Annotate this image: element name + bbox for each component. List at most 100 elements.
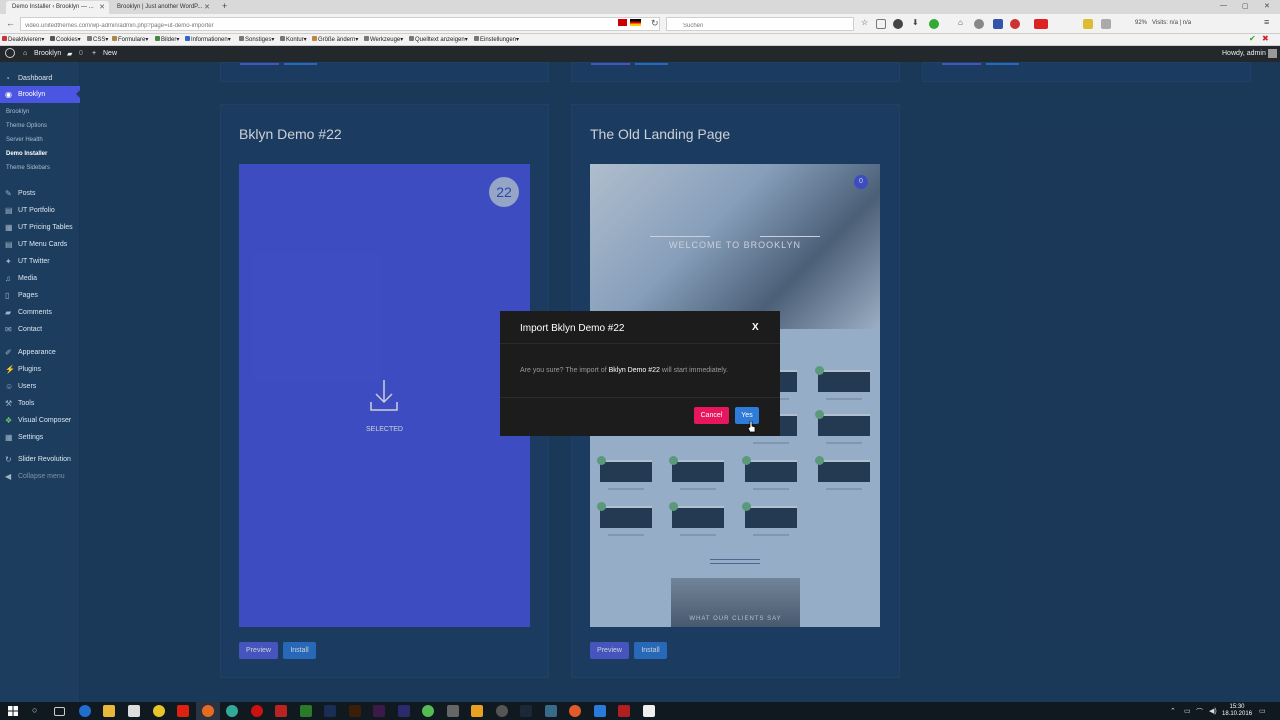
globe-icon[interactable] [974, 19, 984, 29]
sidebar-item-contact[interactable]: ✉ Contact [0, 321, 80, 338]
bookmark-deaktivieren[interactable]: Deaktivieren▾ [2, 36, 44, 43]
menu-icon[interactable]: ≡ [1264, 17, 1269, 27]
pocket-icon[interactable] [893, 19, 903, 29]
wordpress-logo-icon[interactable] [5, 48, 15, 58]
pen-icon[interactable] [1101, 19, 1111, 29]
app-icon[interactable] [496, 705, 508, 717]
submenu-theme-sidebars[interactable]: Theme Sidebars [6, 165, 50, 171]
tray-chevron-icon[interactable]: ⌃ [1170, 707, 1176, 715]
dialog-close-button[interactable]: X [752, 322, 759, 333]
window-close-icon[interactable]: ✕ [1264, 2, 1270, 10]
bookmark-einstellungen[interactable]: Einstellungen▾ [474, 36, 519, 43]
badge-extension-icon[interactable] [1034, 19, 1048, 29]
new-content-link[interactable]: New [103, 50, 117, 57]
app-icon[interactable] [545, 705, 557, 717]
app-icon[interactable] [177, 705, 189, 717]
sidebar-item-appearance[interactable]: ✐ Appearance [0, 344, 80, 361]
app-icon[interactable] [398, 705, 410, 717]
premiere-icon[interactable] [373, 705, 385, 717]
bookmark-quelltext[interactable]: Quelltext anzeigen▾ [409, 36, 468, 43]
task-view-icon[interactable] [54, 707, 65, 716]
bookmark-formulare[interactable]: Formulare▾ [112, 36, 148, 43]
sidebar-item-visual-composer[interactable]: ❖ Visual Composer [0, 412, 80, 429]
adblock-icon[interactable] [1010, 19, 1020, 29]
tab-close-icon[interactable]: ✕ [204, 3, 210, 11]
sidebar-item-posts[interactable]: ✎ Posts [0, 185, 80, 202]
submenu-theme-options[interactable]: Theme Options [6, 123, 47, 129]
app-icon[interactable] [594, 705, 606, 717]
sidebar-item-media[interactable]: ♫ Media [0, 270, 80, 287]
n-extension-icon[interactable] [993, 19, 1003, 29]
bookmark-css[interactable]: CSS▾ [87, 36, 108, 43]
submenu-brooklyn[interactable]: Brooklyn [6, 109, 29, 115]
network-icon[interactable]: ▭ [1184, 707, 1191, 715]
download-icon[interactable]: ⬇ [912, 18, 919, 27]
language-flag-icon[interactable] [630, 19, 641, 26]
firefox-icon[interactable] [202, 705, 214, 717]
bookmark-groesse-aendern[interactable]: Größe ändern▾ [312, 36, 358, 43]
store-icon[interactable] [128, 705, 140, 717]
extension-icon[interactable] [929, 19, 939, 29]
sidebar-item-ut-menu-cards[interactable]: ▤ UT Menu Cards [0, 236, 80, 253]
back-arrow-icon[interactable]: ← [6, 18, 15, 28]
reload-icon[interactable]: ↻ [651, 18, 659, 29]
app-icon[interactable] [422, 705, 434, 717]
system-clock[interactable]: 15:30 18.10.2016 [1222, 704, 1252, 718]
app-icon[interactable] [447, 705, 459, 717]
sidebar-item-tools[interactable]: ⚒ Tools [0, 395, 80, 412]
app-icon[interactable] [569, 705, 581, 717]
browser-tab-demo-installer[interactable]: Demo Installer ‹ Brooklyn — ... ✕ [6, 1, 109, 14]
sidebar-item-ut-portfolio[interactable]: ▤ UT Portfolio [0, 202, 80, 219]
new-plus-icon[interactable]: + [92, 50, 96, 57]
sidebar-item-settings[interactable]: ▦ Settings [0, 429, 80, 446]
sidebar-item-users[interactable]: ☺ Users [0, 378, 80, 395]
browser-tab-brooklyn[interactable]: Brooklyn | Just another WordP... ✕ [111, 1, 214, 14]
app-icon[interactable] [618, 705, 630, 717]
sidebar-item-comments[interactable]: ▰ Comments [0, 304, 80, 321]
sidebar-item-brooklyn[interactable]: ◉ Brooklyn [0, 86, 80, 103]
app-icon[interactable] [471, 705, 483, 717]
comments-icon[interactable]: ▰ [67, 50, 72, 58]
photoshop-icon[interactable] [324, 705, 336, 717]
cancel-button[interactable]: Cancel [694, 407, 729, 424]
app-icon[interactable] [153, 705, 165, 717]
home-icon[interactable]: ⌂ [958, 18, 963, 27]
windows-start-icon[interactable] [8, 706, 18, 716]
bookmark-bilder[interactable]: Bilder▾ [155, 36, 179, 43]
sidebar-item-pages[interactable]: ▯ Pages [0, 287, 80, 304]
notifications-icon[interactable]: ▭ [1259, 707, 1266, 715]
howdy-account-link[interactable]: Howdy, admin [1222, 50, 1266, 57]
comments-count[interactable]: 0 [79, 50, 83, 57]
opera-icon[interactable] [251, 705, 263, 717]
chrome-icon[interactable] [226, 705, 238, 717]
sidebar-item-plugins[interactable]: ⚡ Plugins [0, 361, 80, 378]
bookmark-kontur[interactable]: Kontur▾ [280, 36, 307, 43]
maximize-icon[interactable]: ▢ [1242, 2, 1249, 10]
bookmark-werkzeuge[interactable]: Werkzeuge▾ [364, 36, 403, 43]
notes-icon[interactable] [1083, 19, 1093, 29]
dreamweaver-icon[interactable] [300, 705, 312, 717]
filezilla-icon[interactable] [275, 705, 287, 717]
edge-browser-icon[interactable] [79, 705, 91, 717]
bookmark-informationen[interactable]: Informationen▾ [185, 36, 231, 43]
address-bar-input[interactable] [20, 17, 660, 31]
illustrator-icon[interactable] [349, 705, 361, 717]
bookmark-sonstiges[interactable]: Sonstiges▾ [239, 36, 274, 43]
star-icon[interactable]: ☆ [861, 18, 868, 27]
sidebar-item-dashboard[interactable]: ◔ Dashboard [0, 70, 80, 87]
search-input[interactable] [666, 17, 854, 31]
avatar[interactable] [1268, 49, 1277, 58]
wifi-icon[interactable]: ⌒ [1196, 707, 1203, 717]
file-explorer-icon[interactable] [103, 705, 115, 717]
sidebar-item-ut-twitter[interactable]: ✦ UT Twitter [0, 253, 80, 270]
clipboard-icon[interactable] [876, 19, 886, 29]
steam-icon[interactable] [520, 705, 532, 717]
search-circle-icon[interactable]: ○ [32, 705, 37, 715]
site-name-link[interactable]: Brooklyn [34, 50, 61, 57]
minimize-icon[interactable]: — [1220, 2, 1227, 9]
bookmark-cookies[interactable]: Cookies▾ [50, 36, 81, 43]
site-home-icon[interactable]: ⌂ [23, 50, 27, 57]
tab-close-icon[interactable]: ✕ [99, 3, 105, 11]
submenu-demo-installer[interactable]: Demo Installer [6, 151, 47, 157]
notepad-icon[interactable] [643, 705, 655, 717]
